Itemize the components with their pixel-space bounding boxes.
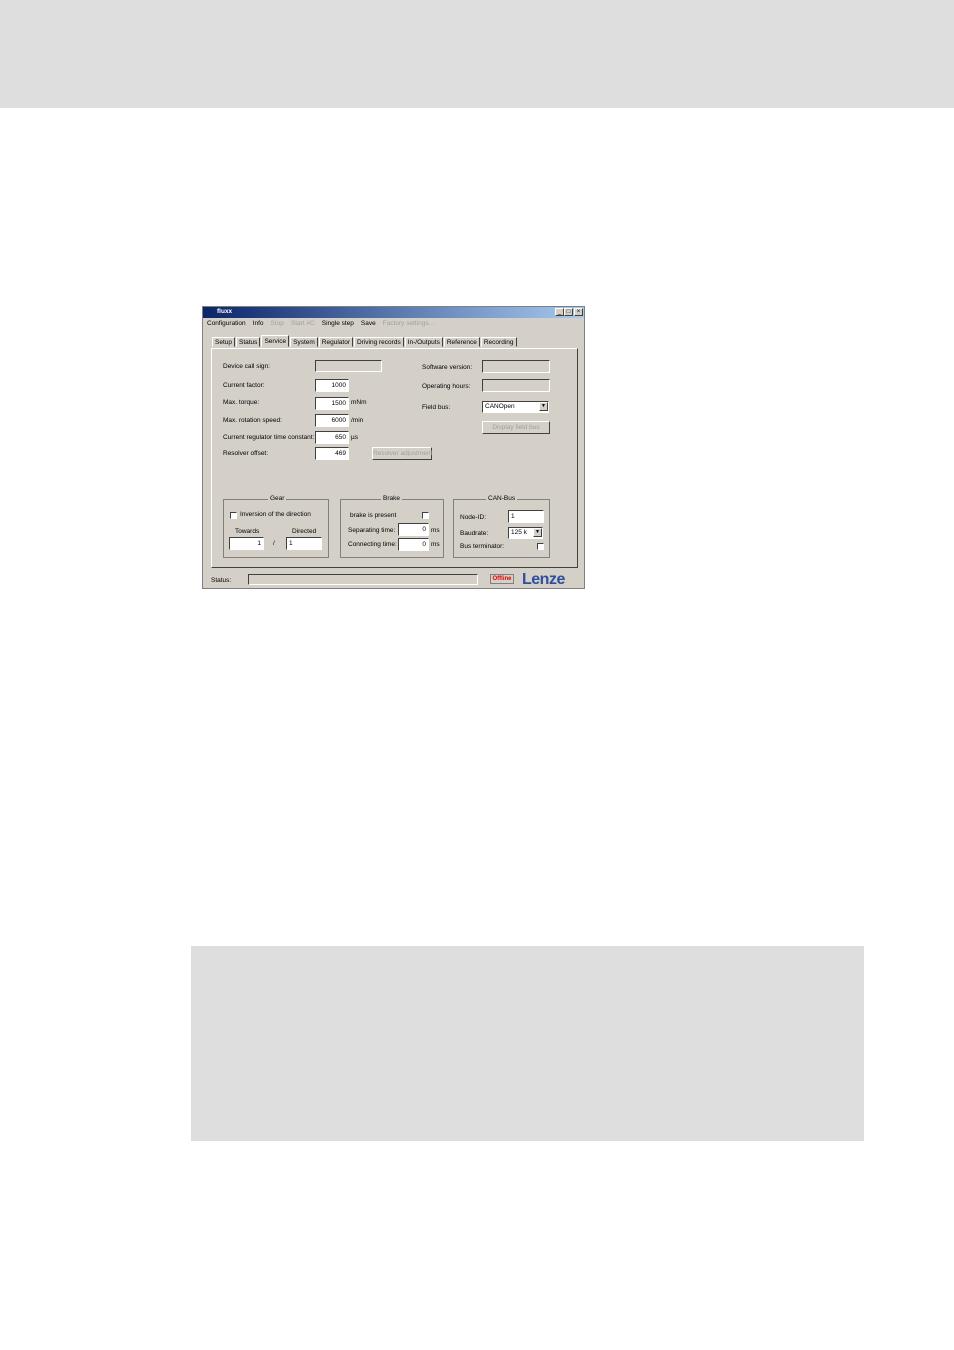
tab-in-outputs[interactable]: In-/Outputs: [404, 337, 443, 347]
application-window: fluxx _ □ × Configuration Info Stop Star…: [202, 306, 585, 589]
menu-single-step[interactable]: Single step: [322, 320, 354, 329]
menu-configuration[interactable]: Configuration: [207, 320, 246, 329]
menu-factory-settings[interactable]: Factory settings...: [383, 320, 434, 329]
close-button[interactable]: ×: [574, 308, 583, 316]
tab-status[interactable]: Status: [236, 337, 261, 347]
page-header-band: [0, 0, 954, 108]
separating-time-label: Separating time:: [348, 527, 396, 534]
resolver-adjustment-button[interactable]: Resolver adjustment: [372, 447, 432, 460]
chevron-down-icon[interactable]: ▼: [533, 528, 542, 537]
towards-label: Towards: [235, 528, 260, 535]
tab-system[interactable]: System: [290, 337, 318, 347]
device-call-sign-label: Device call sign:: [223, 363, 270, 370]
menu-save[interactable]: Save: [361, 320, 376, 329]
gear-group: Gear Inversion of the direction Towards …: [223, 495, 329, 558]
directed-field[interactable]: 1: [286, 537, 322, 550]
brake-group: Brake brake is present Separating time: …: [340, 495, 444, 558]
field-bus-label: Field bus:: [422, 404, 451, 411]
current-regulator-field[interactable]: 650: [315, 431, 349, 444]
separating-time-unit: ms: [431, 527, 440, 534]
max-rotation-speed-label: Max. rotation speed:: [223, 417, 282, 424]
baudrate-label: Baudrate:: [460, 530, 489, 537]
brake-present-label: brake is present: [350, 512, 397, 519]
current-factor-label: Current factor:: [223, 382, 265, 389]
tab-setup[interactable]: Setup: [212, 337, 235, 347]
max-rotation-speed-unit: /min: [351, 417, 364, 424]
bus-terminator-label: Bus terminator:: [460, 543, 505, 550]
status-field: [248, 574, 478, 585]
max-torque-unit: mNm: [351, 399, 367, 406]
tab-reference[interactable]: Reference: [443, 337, 480, 347]
current-factor-field[interactable]: 1000: [315, 379, 349, 392]
gear-separator: /: [273, 540, 275, 547]
baudrate-dropdown[interactable]: 125 k ▼: [508, 527, 543, 539]
status-label: Status:: [211, 577, 232, 584]
device-call-sign-field[interactable]: [315, 360, 382, 372]
maximize-button[interactable]: □: [564, 308, 573, 316]
title-bar[interactable]: fluxx _ □ ×: [203, 307, 584, 318]
menu-stop[interactable]: Stop: [271, 320, 284, 329]
tab-recording[interactable]: Recording: [480, 337, 517, 347]
menu-info[interactable]: Info: [253, 320, 264, 329]
node-id-field[interactable]: 1: [508, 510, 544, 523]
connecting-time-label: Connecting time:: [348, 541, 397, 548]
tab-regulator[interactable]: Regulator: [318, 337, 353, 347]
canbus-group: CAN-Bus Node-ID: 1 Baudrate: 125 k ▼ Bus…: [453, 495, 550, 558]
directed-label: Directed: [292, 528, 317, 535]
display-field-bus-button[interactable]: Display field bus: [482, 421, 550, 434]
brake-group-title: Brake: [381, 495, 402, 502]
software-version-field[interactable]: [482, 360, 550, 373]
menu-bar: Configuration Info Stop Start #C Single …: [207, 320, 434, 329]
menu-start[interactable]: Start #C: [291, 320, 315, 329]
field-bus-dropdown[interactable]: CANOpen ▼: [482, 401, 549, 413]
max-rotation-speed-field[interactable]: 6000: [315, 414, 349, 427]
connection-badge: Offline: [490, 574, 514, 584]
inversion-label: Inversion of the direction: [240, 511, 311, 518]
service-panel: Device call sign: Current factor: 1000 M…: [211, 348, 578, 568]
tab-service[interactable]: Service: [261, 335, 290, 347]
max-torque-label: Max. torque:: [223, 399, 260, 406]
note-box: [191, 946, 864, 1141]
field-bus-value: CANOpen: [485, 403, 515, 410]
software-version-label: Software version:: [422, 364, 473, 371]
lenze-logo: Lenze: [522, 571, 565, 588]
brake-present-checkbox[interactable]: [422, 512, 429, 519]
bus-terminator-checkbox[interactable]: [537, 543, 544, 550]
tab-driving-records[interactable]: Driving records: [353, 337, 404, 347]
minimize-button[interactable]: _: [555, 308, 564, 316]
baudrate-value: 125 k: [511, 529, 527, 536]
operating-hours-label: Operating hours:: [422, 383, 471, 390]
current-regulator-label: Current regulator time constant:: [223, 434, 315, 441]
separating-time-field[interactable]: 0: [398, 523, 429, 536]
status-bar: Status: Offline Lenze: [203, 571, 584, 588]
max-torque-field[interactable]: 1500: [315, 397, 349, 410]
resolver-offset-field[interactable]: 469: [315, 447, 349, 460]
chevron-down-icon[interactable]: ▼: [539, 402, 548, 411]
current-regulator-unit: µs: [351, 434, 358, 441]
node-id-label: Node-ID:: [460, 514, 487, 521]
connecting-time-field[interactable]: 0: [398, 538, 429, 551]
operating-hours-field[interactable]: [482, 379, 550, 392]
gear-group-title: Gear: [268, 495, 287, 502]
window-title: fluxx: [217, 308, 233, 315]
resolver-offset-label: Resolver offset:: [223, 450, 269, 457]
towards-field[interactable]: 1: [229, 537, 264, 550]
inversion-checkbox[interactable]: [230, 512, 237, 519]
tab-strip: Setup Status Service System Regulator Dr…: [212, 335, 518, 348]
connecting-time-unit: ms: [431, 541, 440, 548]
canbus-group-title: CAN-Bus: [486, 495, 518, 502]
